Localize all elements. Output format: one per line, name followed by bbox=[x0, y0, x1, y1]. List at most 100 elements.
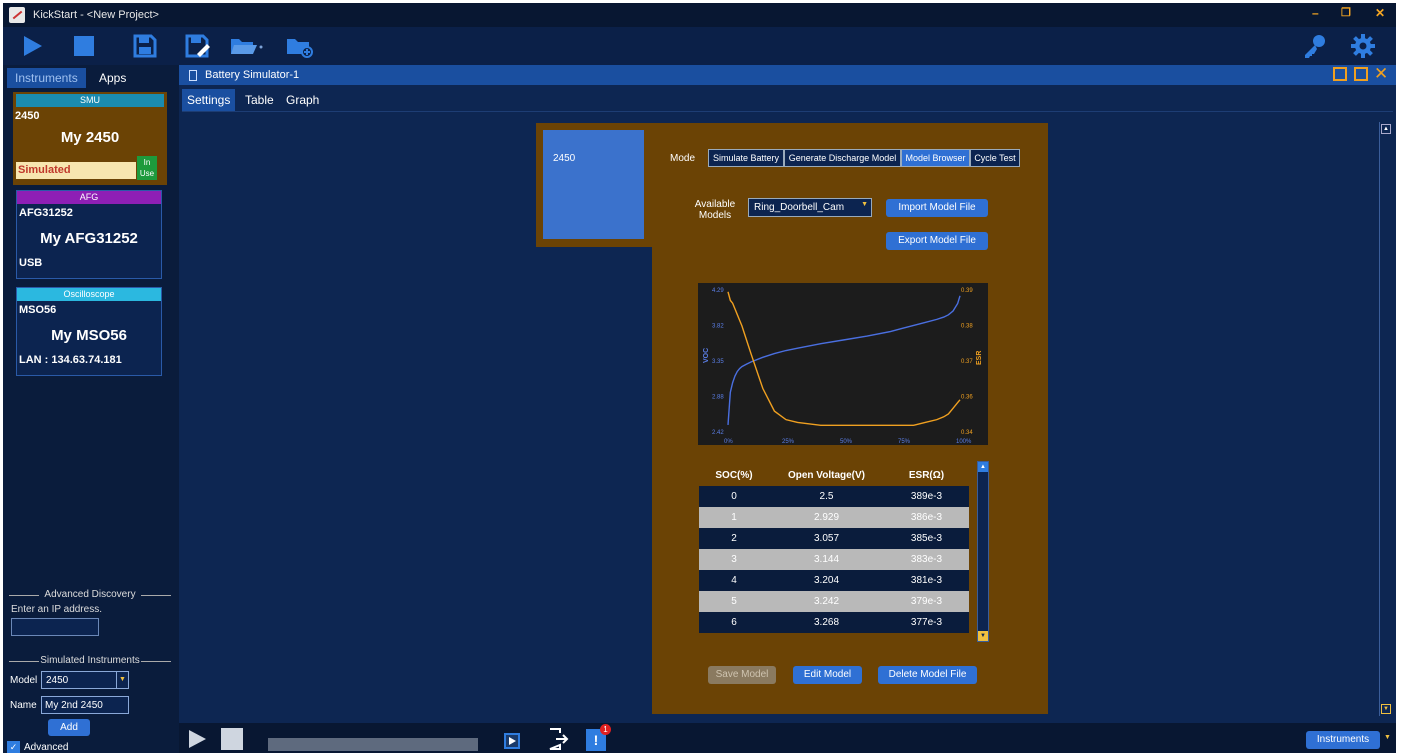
tab-settings[interactable]: Settings bbox=[182, 89, 236, 111]
esr-cell: 389e-3 bbox=[910, 491, 943, 502]
mode-simulate-battery[interactable]: Simulate Battery bbox=[708, 149, 784, 167]
run-icon[interactable] bbox=[17, 32, 47, 60]
run-small-icon[interactable] bbox=[187, 728, 207, 753]
scroll-down-icon[interactable]: ▼ bbox=[1381, 704, 1391, 714]
import-model-file-button[interactable]: Import Model File bbox=[886, 199, 988, 217]
soc-cell: 4 bbox=[731, 575, 737, 586]
soc-cell: 1 bbox=[731, 512, 737, 523]
instrument-card-oscilloscope[interactable]: Oscilloscope MSO56 My MSO56 LAN : 134.63… bbox=[16, 287, 162, 376]
add-button[interactable]: Add bbox=[48, 719, 90, 736]
y2-tick-label: 0.36 bbox=[961, 395, 973, 401]
open-voltage-cell: 2.929 bbox=[813, 512, 840, 523]
model-select-value: 2450 bbox=[46, 675, 69, 686]
table-row[interactable]: 6 3.268 377e-3 bbox=[699, 612, 969, 633]
tab-apps[interactable]: Apps bbox=[91, 68, 134, 88]
available-models-select[interactable]: Ring_Doorbell_Cam ▼ bbox=[748, 198, 872, 217]
scroll-up-icon[interactable]: ▲ bbox=[1381, 124, 1391, 134]
bottom-bar: ! 1 Instruments ▼ bbox=[179, 723, 1396, 753]
minimize-icon[interactable]: – bbox=[1312, 6, 1319, 20]
scroll-up-icon[interactable]: ▲ bbox=[978, 462, 988, 472]
scroll-down-icon[interactable]: ▼ bbox=[978, 631, 988, 641]
tab-table[interactable]: Table bbox=[240, 89, 279, 111]
instrument-tile[interactable]: 2450 bbox=[543, 130, 644, 239]
progress-bar bbox=[268, 738, 478, 751]
table-row[interactable]: 3 3.144 383e-3 bbox=[699, 549, 969, 570]
table-row[interactable]: 4 3.204 381e-3 bbox=[699, 570, 969, 591]
open-voltage-cell: 3.204 bbox=[813, 575, 840, 586]
y2-axis-label: ESR bbox=[976, 351, 983, 365]
available-models-label: Available Models bbox=[694, 199, 736, 221]
model-select[interactable]: 2450 ▼ bbox=[41, 671, 129, 689]
restore-icon[interactable]: ❐ bbox=[1341, 6, 1351, 19]
instrument-card-smu[interactable]: SMU 2450 My 2450 Simulated In Use bbox=[13, 92, 167, 185]
esr-cell: 385e-3 bbox=[910, 533, 943, 544]
document-title: Battery Simulator-1 bbox=[205, 69, 300, 81]
edit-model-button[interactable]: Edit Model bbox=[793, 666, 862, 684]
column-header-soc: SOC(%) bbox=[715, 470, 753, 481]
tab-graph[interactable]: Graph bbox=[281, 89, 324, 111]
model-table: SOC(%) Open Voltage(V) ESR(Ω) 0 2.5 389e-3… bbox=[699, 465, 969, 643]
mode-model-browser[interactable]: Model Browser bbox=[901, 149, 970, 167]
ip-prompt: Enter an IP address. bbox=[11, 604, 102, 615]
open-voltage-cell: 3.268 bbox=[813, 617, 840, 628]
battery-icon bbox=[189, 69, 197, 81]
card-model: AFG31252 bbox=[19, 207, 73, 219]
y-tick-label: 2.42 bbox=[712, 430, 724, 436]
stop-small-icon[interactable] bbox=[221, 728, 243, 750]
y2-tick-label: 0.39 bbox=[961, 288, 973, 294]
document-area: Battery Simulator-1 ✕ Settings Table Gra… bbox=[179, 64, 1396, 723]
open-folder-icon[interactable] bbox=[229, 32, 265, 60]
page-scrollbar[interactable]: ▲ ▼ bbox=[1379, 122, 1392, 716]
card-instrument-name: My AFG31252 bbox=[40, 230, 138, 247]
soc-cell: 0 bbox=[731, 491, 737, 502]
soc-cell: 3 bbox=[731, 554, 737, 565]
save-model-button[interactable]: Save Model bbox=[708, 666, 776, 684]
esr-cell: 386e-3 bbox=[910, 512, 943, 523]
open-voltage-cell: 3.144 bbox=[813, 554, 840, 565]
simulated-instruments-label: Simulated Instruments bbox=[9, 655, 171, 666]
chevron-down-icon: ▼ bbox=[861, 201, 868, 208]
close-icon[interactable]: ✕ bbox=[1375, 6, 1385, 20]
close-document-icon[interactable]: ✕ bbox=[1374, 64, 1388, 84]
exit-icon[interactable] bbox=[547, 727, 571, 753]
instruments-button[interactable]: Instruments bbox=[1306, 731, 1380, 749]
delete-model-file-button[interactable]: Delete Model File bbox=[878, 666, 977, 684]
name-input[interactable] bbox=[41, 696, 129, 714]
table-row[interactable]: 2 3.057 385e-3 bbox=[699, 528, 969, 549]
instrument-card-afg[interactable]: AFG AFG31252 My AFG31252 USB bbox=[16, 190, 162, 279]
advanced-checkbox[interactable]: ✓ bbox=[7, 741, 20, 753]
log-icon[interactable] bbox=[504, 733, 520, 749]
mode-cycle-test[interactable]: Cycle Test bbox=[970, 149, 1020, 167]
card-connection: USB bbox=[19, 257, 43, 269]
left-panel: Instruments Apps SMU 2450 My 2450 Simula… bbox=[3, 65, 176, 753]
open-voltage-cell: 2.5 bbox=[819, 491, 834, 502]
new-folder-icon[interactable] bbox=[284, 32, 314, 60]
table-row[interactable]: 1 2.929 386e-3 bbox=[699, 507, 969, 528]
popout-icon[interactable] bbox=[1333, 67, 1347, 81]
selected-model: Ring_Doorbell_Cam bbox=[754, 202, 845, 213]
table-row[interactable]: 5 3.242 379e-3 bbox=[699, 591, 969, 612]
title-bar: KickStart - <New Project> – ❐ ✕ bbox=[3, 3, 1396, 27]
save-as-icon[interactable] bbox=[183, 32, 213, 60]
instrument-tile-label: 2450 bbox=[553, 153, 576, 164]
tab-instruments[interactable]: Instruments bbox=[7, 68, 86, 88]
table-scrollbar[interactable]: ▲ ▼ bbox=[977, 461, 989, 642]
card-model: 2450 bbox=[15, 110, 40, 122]
settings-gear-icon[interactable] bbox=[1348, 32, 1378, 60]
mode-generate-discharge-model[interactable]: Generate Discharge Model bbox=[784, 149, 901, 167]
left-tabs: Instruments Apps bbox=[3, 68, 176, 88]
stop-icon[interactable] bbox=[69, 32, 99, 60]
table-row[interactable]: 0 2.5 389e-3 bbox=[699, 486, 969, 507]
export-model-file-button[interactable]: Export Model File bbox=[886, 232, 988, 250]
model-label: Model bbox=[10, 675, 38, 686]
x-tick-label: 100% bbox=[956, 439, 972, 445]
main-toolbar bbox=[3, 27, 1396, 65]
ip-address-input[interactable] bbox=[11, 618, 99, 636]
card-model: MSO56 bbox=[19, 304, 57, 316]
chevron-down-icon: ▼ bbox=[1384, 734, 1391, 741]
app-window: KickStart - <New Project> – ❐ ✕ Instrume… bbox=[3, 3, 1396, 753]
save-icon[interactable] bbox=[130, 32, 160, 60]
maximize-icon[interactable] bbox=[1354, 67, 1368, 81]
esr-cell: 383e-3 bbox=[910, 554, 943, 565]
key-icon[interactable] bbox=[1300, 32, 1330, 60]
